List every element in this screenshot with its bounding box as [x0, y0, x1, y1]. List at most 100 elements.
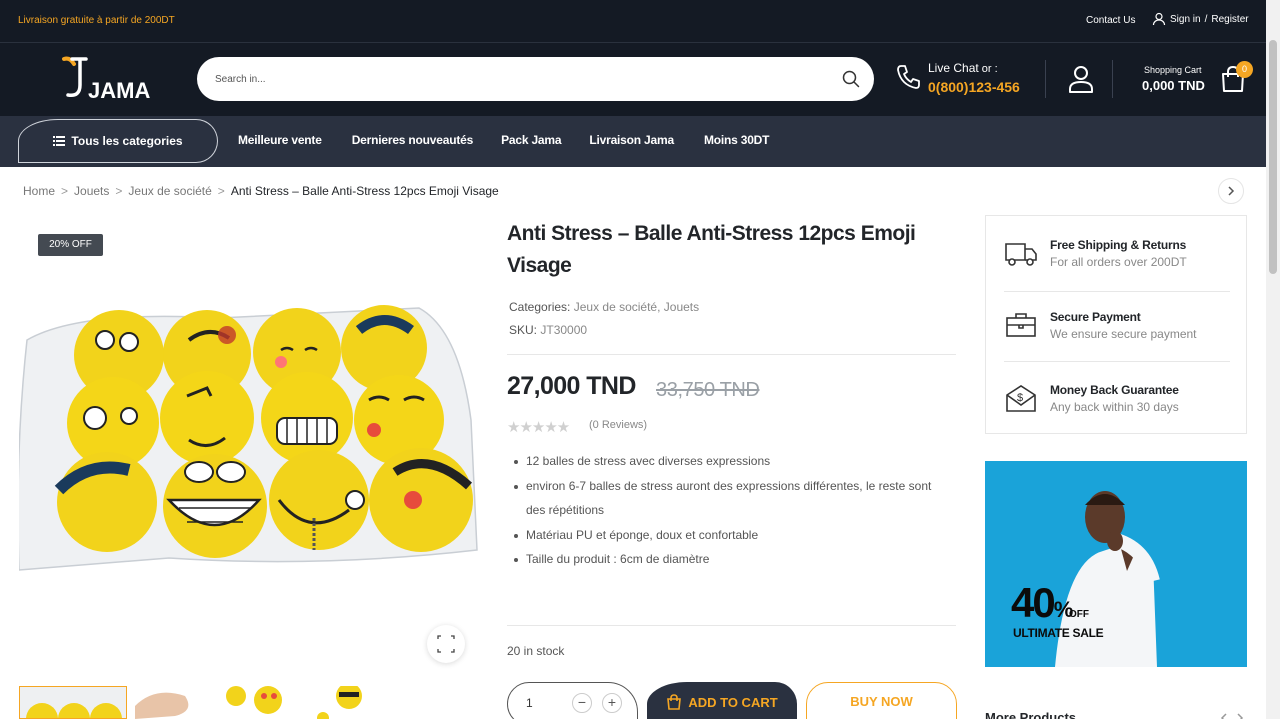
phone-icon [897, 65, 920, 89]
feature-desc: We ensure secure payment [1050, 327, 1197, 341]
account-links-separator: / [1204, 13, 1208, 25]
banner-off-label: OFF [1069, 609, 1089, 620]
quantity-plus-button[interactable]: + [602, 693, 622, 713]
feature-item: 12 balles de stress avec diverses expres… [512, 449, 952, 474]
breadcrumb-separator: > [217, 184, 225, 198]
search-icon[interactable] [842, 70, 860, 88]
nav-link-dernieres-nouveautes[interactable]: Dernieres nouveautés [352, 133, 474, 147]
discount-badge: 20% OFF [38, 234, 103, 256]
banner-caption: ULTIMATE SALE [1013, 626, 1104, 640]
add-to-cart-button[interactable]: ADD TO CART [647, 682, 797, 719]
sale-banner[interactable]: 40% OFF ULTIMATE SALE [985, 461, 1247, 667]
original-price: 33,750 TND [656, 379, 760, 401]
divider [1004, 361, 1230, 362]
user-icon [1152, 12, 1166, 26]
carousel-arrows[interactable] [1218, 708, 1246, 719]
quantity-stepper: 1 − + [507, 682, 638, 719]
product-image[interactable] [19, 300, 480, 580]
product-thumbnail[interactable] [19, 686, 127, 719]
breadcrumb-separator: > [61, 184, 69, 198]
feature-title: Secure Payment [1050, 310, 1141, 324]
product-thumbnail[interactable] [135, 686, 215, 719]
contact-us-link[interactable]: Contact Us [1086, 15, 1135, 26]
service-features-box: Free Shipping & Returns For all orders o… [985, 215, 1247, 434]
search-input[interactable] [215, 69, 815, 89]
logo-wordmark: JAMA [88, 78, 150, 103]
categories-label: Categories: [509, 300, 571, 314]
sale-price: 27,000 TND [507, 372, 636, 400]
scrollbar-thumb[interactable] [1269, 40, 1277, 274]
shopping-cart-label: Shopping Cart [1144, 65, 1202, 75]
more-products-heading: More Products [985, 710, 1077, 719]
shopping-bag-icon [667, 694, 682, 710]
nav-link-meilleure-vente[interactable]: Meilleure vente [238, 133, 322, 147]
breadcrumb-separator: > [115, 184, 123, 198]
banner-discount: 40% [1011, 579, 1073, 626]
sku-label: SKU: [509, 323, 538, 337]
feature-item: environ 6-7 balles de stress auront des … [512, 474, 952, 523]
quantity-minus-button[interactable]: − [572, 693, 592, 713]
product-title: Anti Stress – Balle Anti-Stress 12pcs Em… [507, 222, 916, 277]
phone-number[interactable]: 0(800)123-456 [928, 79, 1020, 95]
quantity-input[interactable]: 1 [526, 696, 533, 710]
register-link[interactable]: Register [1211, 14, 1248, 25]
free-shipping-notice: Livraison gratuite à partir de 200DT [18, 15, 175, 26]
account-links: Sign in / Register [1152, 12, 1249, 26]
product-sku: SKU: JT30000 [509, 323, 587, 337]
breadcrumb-jeux-de-societe[interactable]: Jeux de société [128, 184, 211, 198]
all-categories-button[interactable]: Tous les categories [18, 119, 218, 163]
breadcrumb-home[interactable]: Home [23, 184, 55, 198]
next-product-button[interactable] [1218, 178, 1244, 204]
product-categories: Categories: Jeux de société, Jouets [509, 300, 699, 314]
cart-count-badge: 0 [1236, 61, 1253, 78]
emoji-balls [54, 305, 473, 558]
breadcrumb-current: Anti Stress – Balle Anti-Stress 12pcs Em… [230, 184, 499, 198]
live-chat-label: Live Chat or : [928, 61, 998, 75]
breadcrumb-jouets[interactable]: Jouets [74, 184, 109, 198]
product-features-list: 12 balles de stress avec diverses expres… [512, 449, 952, 572]
svg-text:$: $ [1017, 392, 1023, 404]
truck-icon [1005, 243, 1037, 266]
stock-status: 20 in stock [507, 644, 565, 658]
feature-item: Taille du produit : 6cm de diamètre [512, 547, 952, 572]
product-thumbnail[interactable] [220, 686, 300, 719]
nav-link-moins-30dt[interactable]: Moins 30DT [704, 133, 770, 147]
feature-title: Free Shipping & Returns [1050, 238, 1187, 252]
divider [507, 354, 956, 355]
main-nav: Tous les categories Meilleure vente Dern… [0, 116, 1266, 167]
feature-desc: Any back within 30 days [1050, 400, 1179, 414]
reviews-link[interactable]: (0 Reviews) [589, 419, 647, 431]
page-scrollbar[interactable] [1266, 0, 1280, 719]
main-header: JAMA Live Chat or : 0(800)123-456 Shoppi… [0, 43, 1266, 116]
briefcase-icon [1006, 313, 1036, 337]
menu-icon [53, 136, 66, 146]
buy-now-button[interactable]: BUY NOW [806, 682, 957, 719]
feature-desc: For all orders over 200DT [1050, 255, 1187, 269]
nav-links: Meilleure vente Dernieres nouveautés Pac… [238, 133, 769, 147]
divider [507, 625, 956, 626]
add-to-cart-label: ADD TO CART [688, 694, 778, 710]
feature-item: Matériau PU et éponge, doux et confortab… [512, 523, 952, 548]
zoom-button[interactable] [427, 625, 465, 663]
divider [1004, 291, 1230, 292]
feature-title: Money Back Guarantee [1050, 383, 1179, 397]
cart-total[interactable]: 0,000 TND [1142, 78, 1205, 93]
product-thumbnail[interactable] [305, 686, 385, 719]
sku-value: JT30000 [540, 323, 588, 337]
header-divider [1112, 60, 1113, 98]
account-icon[interactable] [1068, 65, 1094, 93]
chevron-right-icon [1228, 186, 1235, 196]
top-bar: Livraison gratuite à partir de 200DT Con… [0, 0, 1266, 43]
rating-stars: ★★★★★ [507, 419, 570, 436]
nav-link-livraison-jama[interactable]: Livraison Jama [589, 133, 674, 147]
categories-links[interactable]: Jeux de société, Jouets [574, 300, 699, 314]
money-envelope-icon: $ [1006, 385, 1036, 412]
sign-in-link[interactable]: Sign in [1170, 14, 1201, 25]
all-categories-label: Tous les categories [71, 134, 183, 148]
search-bar [197, 57, 874, 101]
header-divider [1045, 60, 1046, 98]
jama-logo[interactable]: JAMA [60, 55, 150, 103]
expand-icon [437, 635, 455, 653]
nav-link-pack-jama[interactable]: Pack Jama [501, 133, 561, 147]
breadcrumb: Home > Jouets > Jeux de société > Anti Stress … [23, 184, 499, 198]
